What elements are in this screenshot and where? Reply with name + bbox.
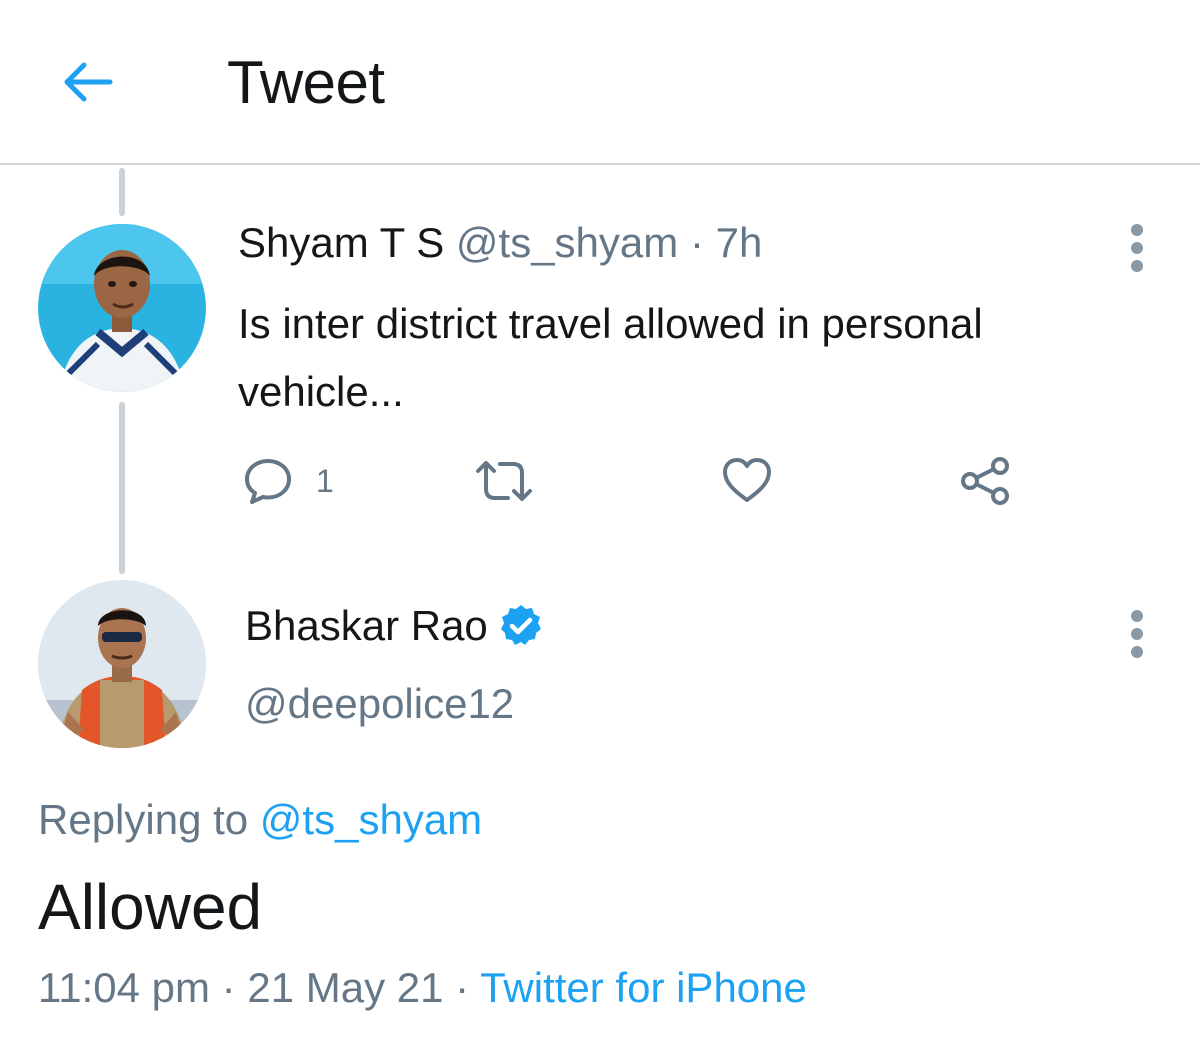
separator-dot: · — [221, 964, 236, 1011]
retweet-button[interactable] — [474, 455, 534, 507]
tweet-time[interactable]: 7h — [716, 219, 763, 266]
back-button[interactable] — [58, 52, 118, 112]
tweet-meta: 11:04 pm · 21 May 21 · Twitter for iPhon… — [38, 964, 807, 1012]
retweet-icon — [476, 461, 532, 501]
thread-line-top — [119, 168, 125, 216]
author-handle[interactable]: @ts_shyam — [456, 219, 678, 266]
replying-to-handle-link[interactable]: @ts_shyam — [260, 796, 482, 843]
separator-dot: · — [689, 219, 704, 266]
replying-to-line: Replying to @ts_shyam — [38, 796, 482, 844]
speech-bubble-icon — [245, 459, 291, 504]
tweet-source-link[interactable]: Twitter for iPhone — [480, 964, 807, 1011]
like-button[interactable] — [721, 455, 773, 507]
parent-tweet-header: Shyam T S @ts_shyam · 7h — [238, 219, 762, 267]
author-name[interactable]: Bhaskar Rao — [245, 602, 488, 650]
more-options-button[interactable] — [1125, 224, 1149, 272]
reply-button[interactable]: 1 — [242, 455, 334, 507]
arrow-left-icon — [64, 62, 113, 102]
author-handle[interactable]: @deepolice12 — [245, 680, 514, 728]
tweet-date[interactable]: 21 May 21 — [247, 964, 443, 1011]
main-tweet-author-row: Bhaskar Rao — [245, 602, 544, 650]
parent-tweet-text: Is inter district travel allowed in pers… — [238, 300, 983, 415]
share-icon — [961, 457, 1009, 505]
main-tweet-text: Allowed — [38, 871, 263, 943]
avatar-shyam[interactable] — [38, 224, 206, 392]
avatar-bhaskar[interactable] — [38, 580, 206, 748]
reply-count: 1 — [316, 462, 334, 499]
verified-badge-icon — [500, 605, 541, 645]
heart-icon — [723, 458, 771, 502]
tweet-time[interactable]: 11:04 pm — [38, 964, 210, 1011]
more-options-button[interactable] — [1125, 610, 1149, 658]
replying-to-label: Replying to — [38, 796, 249, 843]
page-title: Tweet — [227, 49, 385, 116]
author-name[interactable]: Shyam T S — [238, 219, 444, 266]
top-bar: Tweet — [0, 0, 1200, 165]
separator-dot: · — [455, 964, 470, 1011]
share-button[interactable] — [958, 455, 1012, 507]
thread-line-middle — [119, 402, 125, 574]
